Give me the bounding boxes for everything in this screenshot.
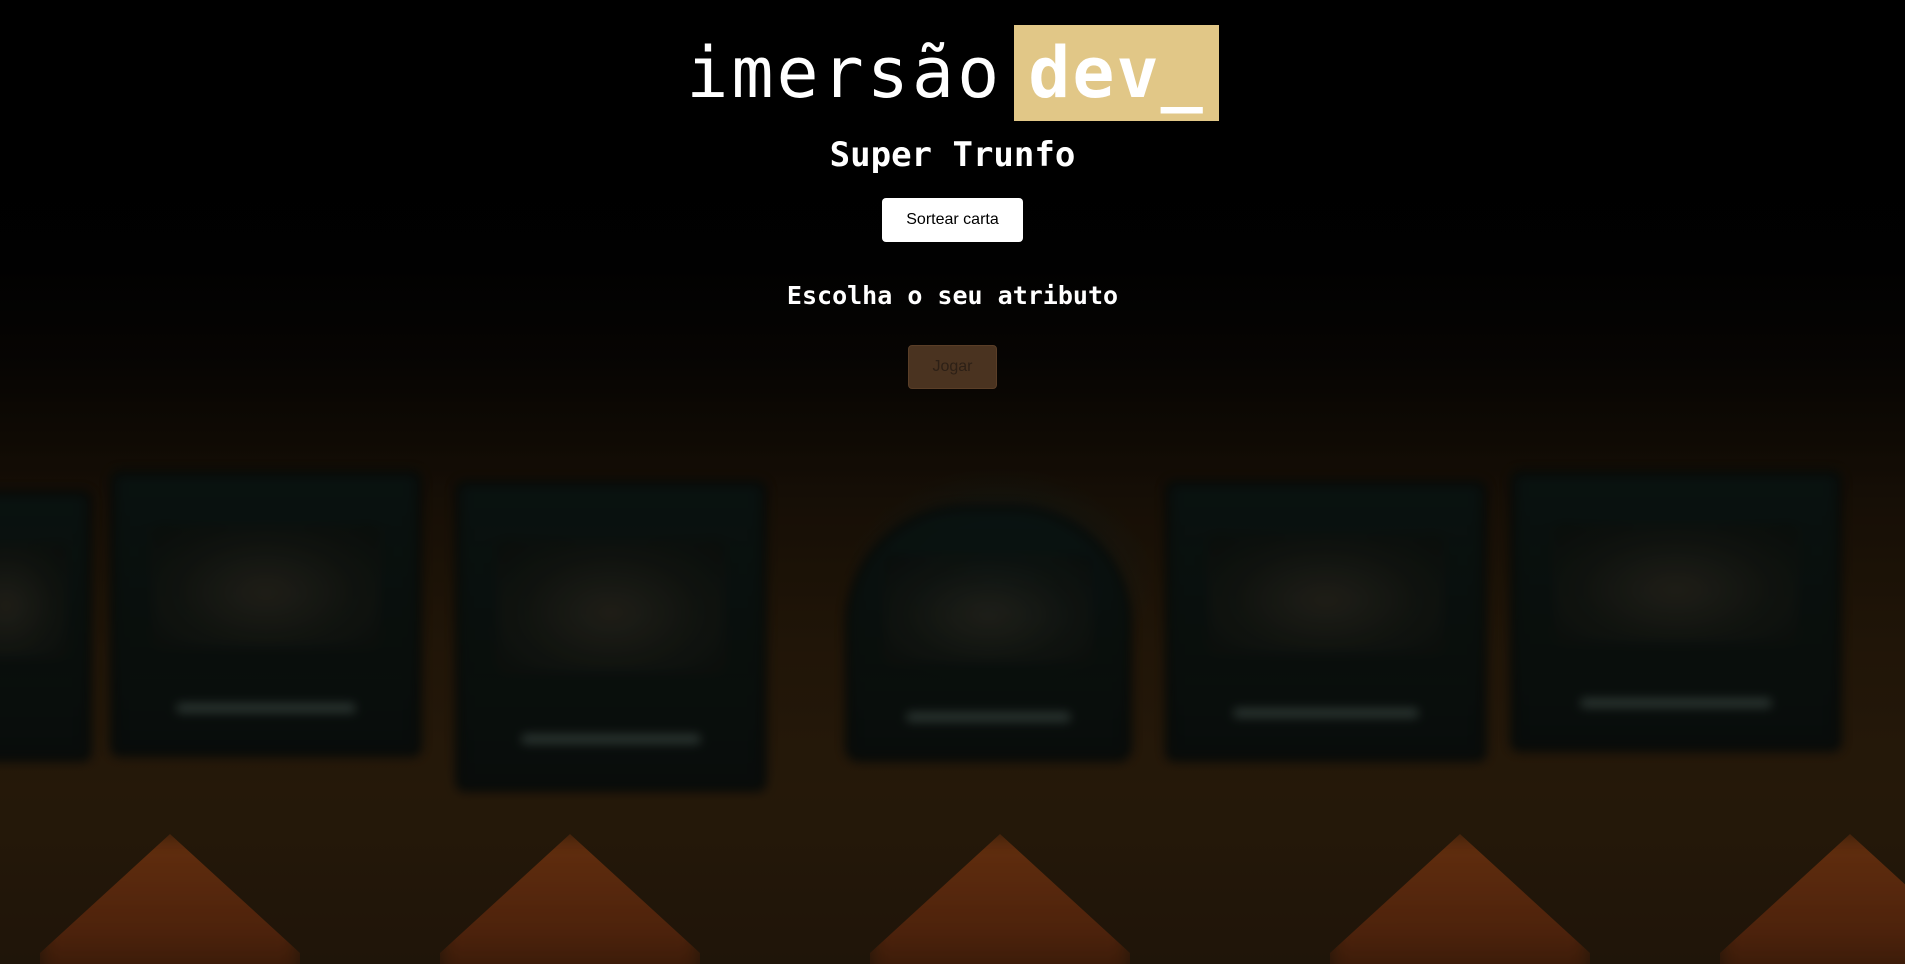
play-button[interactable]: Jogar [908,345,997,389]
main-content: imersão dev_ Super Trunfo Sortear carta … [0,0,1905,389]
page-title: Super Trunfo [829,135,1076,175]
logo-text: imersão [686,32,1003,114]
logo: imersão dev_ [686,25,1219,121]
draw-card-button[interactable]: Sortear carta [882,198,1023,242]
logo-highlight: dev_ [1014,25,1219,121]
attribute-prompt: Escolha o seu atributo [786,281,1119,310]
